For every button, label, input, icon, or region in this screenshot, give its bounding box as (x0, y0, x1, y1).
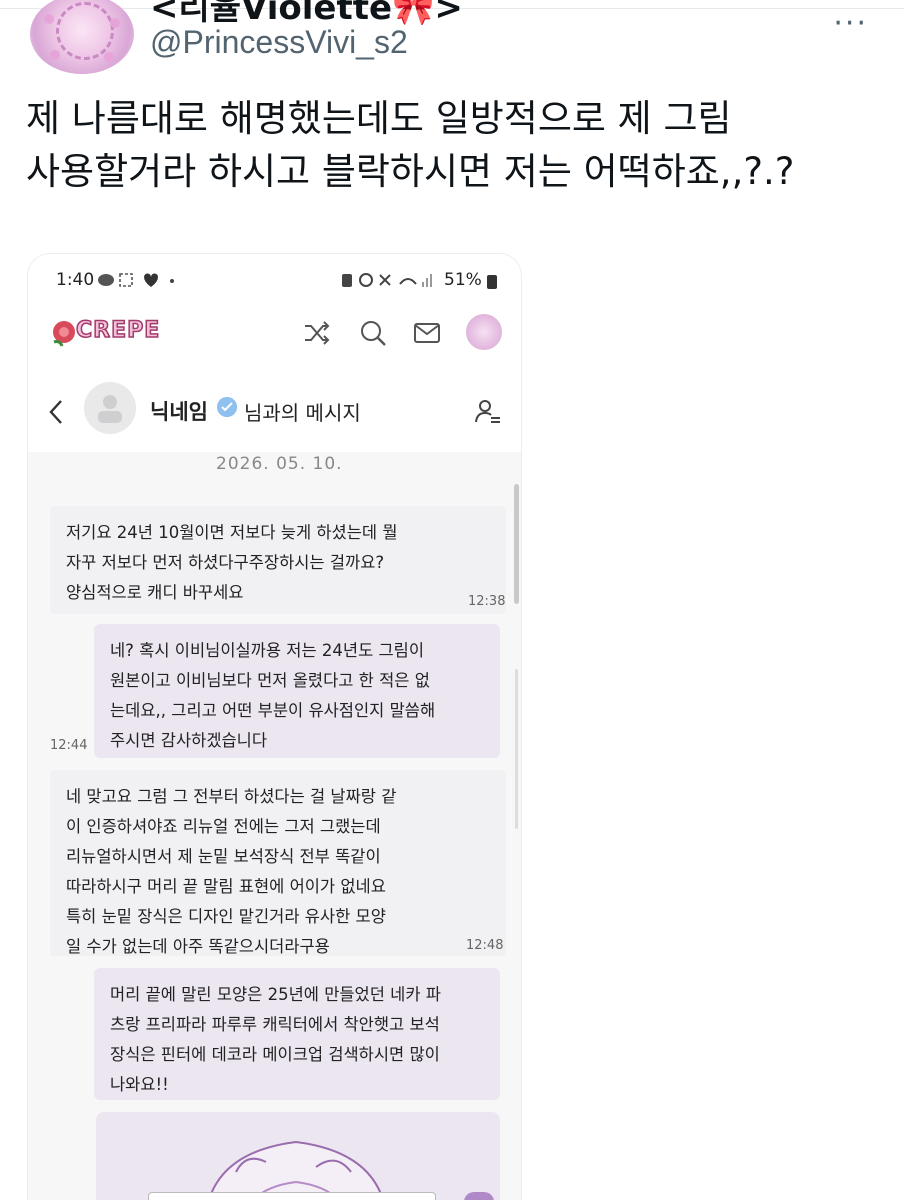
mail-icon[interactable] (412, 318, 442, 348)
avatar-decoration (110, 18, 120, 28)
peer-avatar[interactable] (84, 382, 136, 434)
scrollbar-track (515, 669, 518, 829)
default-user-icon (98, 395, 122, 423)
battery-level: 51% (444, 270, 482, 290)
avatar-decoration (104, 52, 114, 62)
status-time: 1:40 (56, 270, 95, 290)
image-attachment[interactable] (96, 1112, 500, 1200)
system-status-icons (342, 273, 432, 287)
message-input[interactable] (148, 1192, 436, 1200)
avatar-decoration (50, 50, 60, 60)
message-time: 12:48 (466, 938, 504, 953)
message-time: 12:44 (50, 738, 88, 753)
send-button[interactable] (464, 1192, 494, 1200)
author-handle[interactable]: @PrincessVivi_s2 (150, 24, 408, 61)
attached-screenshot[interactable]: 1:40 51% CREPE 닉네임 님과의 메시지 2026. 05. 10.… (28, 254, 521, 1200)
avatar-decoration (56, 2, 114, 60)
verified-badge-icon (217, 397, 237, 417)
more-options-icon[interactable]: ··· (833, 6, 868, 41)
scrollbar[interactable] (514, 484, 519, 604)
date-separator: 2026. 05. 10. (216, 454, 343, 474)
tweet-text: 제 나름대로 해명했는데도 일방적으로 제 그림 사용할거라 하시고 블락하시면… (26, 97, 795, 193)
message-bubble-incoming[interactable]: 네 맞고요 그럼 그 전부터 하셨다는 걸 날짜랑 같 이 인증하셔야죠 리뉴얼… (50, 770, 506, 956)
crepe-logo[interactable]: CREPE (50, 316, 176, 352)
message-time: 12:38 (468, 594, 506, 609)
peer-nickname: 닉네임 (150, 400, 208, 424)
author-avatar[interactable] (30, 0, 134, 74)
notification-icons (98, 273, 174, 287)
profile-avatar[interactable] (466, 314, 502, 350)
message-bubble-outgoing[interactable]: 네? 혹시 이비님이실까용 저는 24년도 그림이 원본이고 이비님보다 먼저 … (94, 624, 500, 758)
search-icon[interactable] (358, 318, 388, 348)
message-bubble-incoming[interactable]: 저기요 24년 10월이면 저보다 늦게 하셨는데 뭘 자꾸 저보다 먼저 하셨… (50, 506, 506, 614)
avatar-decoration (44, 14, 54, 24)
shuffle-icon[interactable] (302, 318, 332, 348)
logo-text: CREPE (75, 317, 161, 344)
user-settings-icon[interactable] (474, 398, 502, 426)
battery-icon (487, 275, 497, 289)
attached-drawing-image (207, 1140, 385, 1200)
back-arrow-icon[interactable] (46, 398, 66, 426)
message-bubble-outgoing[interactable]: 머리 끝에 말린 모양은 25년에 만들었던 네카 파 츠랑 프리파라 파루루 … (94, 968, 500, 1100)
chat-title-suffix: 님과의 메시지 (244, 401, 361, 425)
